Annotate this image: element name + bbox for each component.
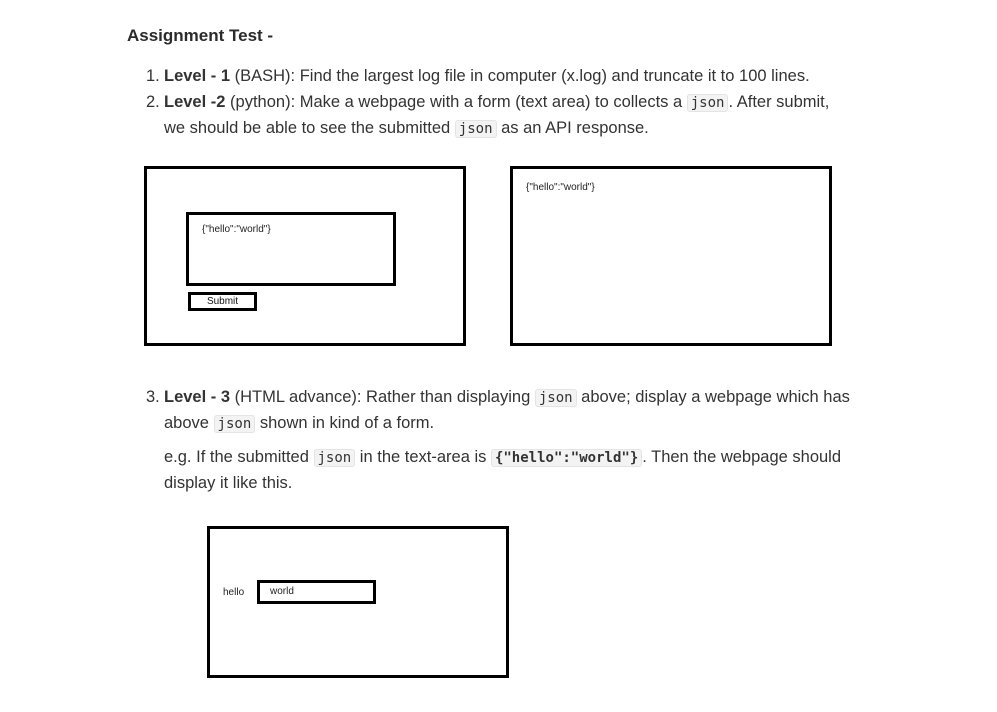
item-2-line-1: Level -2 (python): Make a webpage with a…	[164, 91, 829, 114]
item-3-example-line-2: display it like this.	[164, 472, 292, 494]
example-code-json: json	[313, 449, 356, 467]
item-3-number: 3.	[146, 388, 160, 406]
item-3-text-b: above; display a webpage which has	[576, 388, 850, 406]
item-2-code-json-2: json	[454, 120, 497, 138]
item-3-text-c: above	[164, 414, 214, 432]
item-2-text-c: we should be able to see the submitted	[164, 119, 455, 137]
item-1-line: Level - 1 (BASH): Find the largest log f…	[164, 65, 810, 87]
item-2-code-json: json	[686, 94, 729, 112]
item-2-number: 2.	[146, 93, 160, 111]
item-3-code-json-2: json	[213, 415, 256, 433]
item-2-label: Level -2	[164, 93, 226, 111]
item-1-label: Level - 1	[164, 67, 231, 85]
item-3-code-json: json	[534, 389, 577, 407]
example-text-c: . Then the webpage should	[642, 448, 842, 466]
example-code-hello-world: {"hello":"world"}	[490, 449, 643, 467]
submit-button[interactable]: Submit	[188, 292, 257, 311]
item-2-text-d: as an API response.	[496, 119, 649, 137]
item-3-label: Level - 3	[164, 388, 231, 406]
page-title: Assignment Test -	[127, 26, 274, 45]
item-2-text-b: . After submit,	[728, 93, 830, 111]
item-3-example-line-1: e.g. If the submitted json in the text-a…	[164, 446, 841, 469]
item-3-line-2: above json shown in kind of a form.	[164, 412, 434, 435]
rendered-key-label: hello	[223, 587, 245, 598]
item-3-text-d: shown in kind of a form.	[255, 414, 435, 432]
item-1-number: 1.	[146, 67, 160, 85]
example-text-a: e.g. If the submitted	[164, 448, 314, 466]
api-response-mockup	[510, 166, 832, 346]
item-3-text-a: (HTML advance): Rather than displaying	[230, 388, 535, 406]
item-1-text: (BASH): Find the largest log file in com…	[230, 67, 810, 85]
item-2-text-a: (python): Make a webpage with a form (te…	[225, 93, 687, 111]
textarea-value: {"hello":"world"}	[202, 224, 271, 235]
item-2-line-2: we should be able to see the submitted j…	[164, 117, 649, 140]
example-text-b: in the text-area is	[355, 448, 491, 466]
api-response-text: {"hello":"world"}	[526, 182, 595, 193]
rendered-value-text: world	[270, 586, 294, 597]
item-3-line-1: Level - 3 (HTML advance): Rather than di…	[164, 386, 850, 409]
example-text-d: display it like this.	[164, 474, 293, 492]
